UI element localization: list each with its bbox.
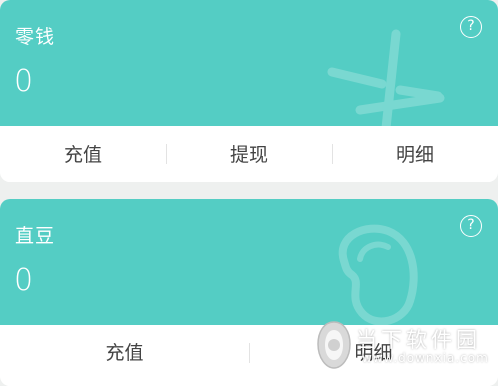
bean-card-header: 直豆 0 ? <box>0 199 498 325</box>
bean-recharge-button[interactable]: 充值 <box>0 325 249 386</box>
wallet-card-header: 零钱 0 ? <box>0 0 498 126</box>
wallet-balance: 0 <box>14 64 34 99</box>
wallet-help-icon[interactable]: ? <box>460 16 482 38</box>
divider <box>249 343 250 363</box>
wallet-actions: 充值 提现 明细 <box>0 126 498 182</box>
divider <box>332 144 333 164</box>
wallet-card: 零钱 0 ? 充值 提现 明细 <box>0 0 498 182</box>
site-watermark: 当下软件园 www.downxia.com <box>316 318 498 376</box>
bean-balance: 0 <box>14 263 34 298</box>
wallet-recharge-button[interactable]: 充值 <box>0 126 166 182</box>
bean-help-icon[interactable]: ? <box>460 215 482 237</box>
wallet-title: 零钱 <box>15 26 56 48</box>
site-logo-icon <box>317 321 351 369</box>
wallet-withdraw-button[interactable]: 提现 <box>166 126 332 182</box>
site-url: www.downxia.com <box>362 351 489 365</box>
bean-title: 直豆 <box>15 225 56 247</box>
wallet-details-button[interactable]: 明细 <box>332 126 498 182</box>
yuan-watermark-icon <box>327 29 445 126</box>
bean-watermark-icon <box>338 224 418 325</box>
divider <box>166 144 167 164</box>
site-name: 当下软件园 <box>356 328 481 352</box>
